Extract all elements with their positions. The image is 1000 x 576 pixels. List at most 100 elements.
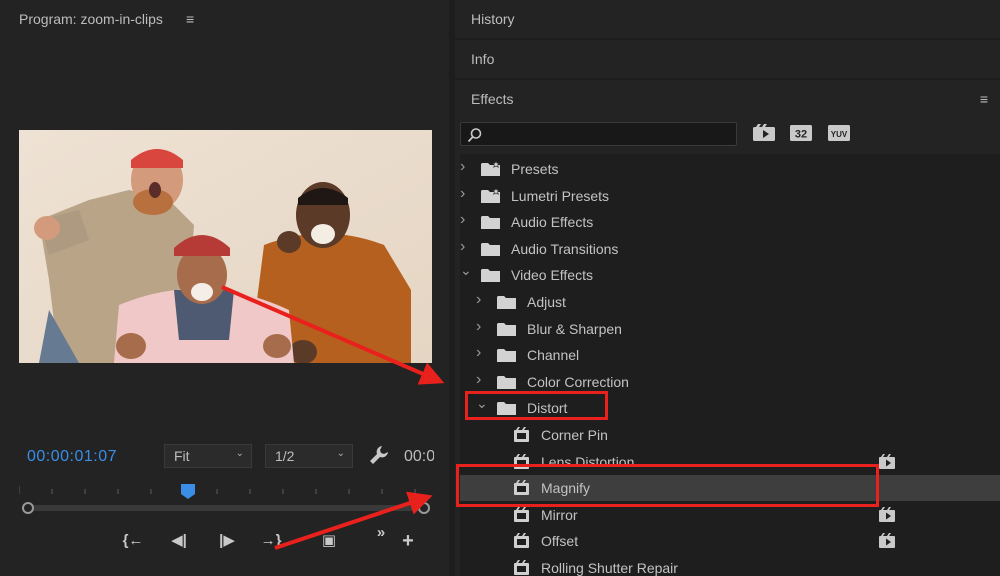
tree-item-distort[interactable]: ⌄ Distort bbox=[460, 395, 1000, 421]
effect-icon bbox=[512, 560, 532, 576]
duration-timecode: 00:0 bbox=[404, 448, 434, 465]
zoom-level-dropdown[interactable]: Fit ⌄ bbox=[164, 444, 252, 468]
program-monitor-title[interactable]: Program: zoom-in-clips bbox=[19, 11, 163, 27]
step-forward-button[interactable]: |▶ bbox=[212, 528, 242, 554]
playback-resolution-value: 1/2 bbox=[275, 448, 295, 464]
folder-icon bbox=[497, 294, 517, 310]
chevron-down-icon[interactable]: ⌄ bbox=[460, 262, 472, 278]
tree-item-label: Distort bbox=[527, 400, 568, 417]
tree-item-label: Lumetri Presets bbox=[511, 187, 610, 204]
tree-item-label: Blur & Sharpen bbox=[527, 320, 622, 337]
chevron-right-icon[interactable]: › bbox=[476, 291, 488, 308]
zoom-level-value: Fit bbox=[174, 448, 190, 464]
video-frame-image bbox=[19, 130, 432, 363]
playhead-timecode[interactable]: 00:00:01:07 bbox=[27, 448, 117, 466]
tree-item-offset[interactable]: Offset bbox=[460, 528, 1000, 554]
folder-icon bbox=[481, 214, 501, 230]
effect-icon bbox=[512, 480, 532, 496]
folder-icon bbox=[481, 241, 501, 257]
panel-menu-icon[interactable]: ≡ bbox=[186, 11, 194, 27]
chevron-right-icon[interactable]: › bbox=[460, 238, 472, 255]
tree-item-adjust[interactable]: › Adjust bbox=[460, 289, 1000, 315]
32-bit-icon[interactable]: 32 bbox=[789, 124, 813, 142]
tree-item-label: Adjust bbox=[527, 294, 566, 310]
chevron-right-icon[interactable]: › bbox=[460, 185, 472, 202]
effect-icon bbox=[512, 533, 532, 549]
yuv-icon[interactable]: YUV bbox=[827, 124, 851, 142]
tree-item-label: Corner Pin bbox=[541, 427, 608, 443]
step-back-button[interactable]: ◀| bbox=[164, 528, 194, 554]
folder-icon bbox=[497, 400, 517, 416]
tree-item-label: Mirror bbox=[541, 506, 578, 523]
tree-item-blur-sharpen[interactable]: › Blur & Sharpen bbox=[460, 316, 1000, 342]
tree-item-corner-pin[interactable]: Corner Pin bbox=[460, 422, 1000, 448]
tree-item-color-correction[interactable]: › Color Correction bbox=[460, 369, 1000, 395]
folder-icon bbox=[497, 347, 517, 363]
effects-panel-title[interactable]: Effects bbox=[471, 91, 514, 107]
tree-item-audio-transitions[interactable]: › Audio Transitions bbox=[460, 236, 1000, 262]
tree-item-label: Magnify bbox=[541, 480, 591, 497]
chevron-right-icon[interactable]: › bbox=[460, 211, 472, 228]
search-icon bbox=[467, 128, 482, 143]
tree-item-label: Offset bbox=[541, 533, 579, 550]
tree-item-label: Video Effects bbox=[511, 267, 593, 284]
history-panel-title[interactable]: History bbox=[471, 11, 515, 27]
chevron-right-icon[interactable]: › bbox=[476, 371, 488, 388]
effects-panel: Effects ≡ 32 YUV › Presets › Lumetri Preset… bbox=[455, 80, 1000, 576]
playback-resolution-dropdown[interactable]: 1/2 ⌄ bbox=[265, 444, 353, 468]
tree-item-rolling-shutter-repair[interactable]: Rolling Shutter Repair bbox=[460, 555, 1000, 576]
tree-item-label: Color Correction bbox=[527, 373, 629, 390]
tree-item-presets[interactable]: › Presets bbox=[460, 156, 1000, 182]
playhead-marker bbox=[181, 484, 195, 499]
folder-icon bbox=[481, 267, 501, 283]
yuv-label: YUV bbox=[831, 130, 848, 139]
go-to-in-button[interactable]: {← bbox=[118, 528, 148, 554]
export-frame-button[interactable]: ▣ bbox=[314, 528, 344, 554]
chevron-down-icon[interactable]: ⌄ bbox=[476, 395, 488, 411]
chevron-down-icon: ⌄ bbox=[235, 448, 244, 459]
program-monitor-header: Program: zoom-in-clips ≡ bbox=[0, 0, 449, 38]
preset-bin-icon bbox=[481, 186, 501, 204]
chevron-right-icon[interactable]: › bbox=[476, 318, 488, 335]
chevron-right-icon[interactable]: › bbox=[476, 344, 488, 361]
tree-item-lens-distortion[interactable]: Lens Distortion bbox=[460, 449, 1000, 475]
go-to-out-button[interactable]: →} bbox=[256, 528, 286, 554]
tree-item-label: Lens Distortion bbox=[541, 453, 635, 470]
chevron-right-icon[interactable]: › bbox=[460, 158, 472, 175]
preset-bin-icon bbox=[481, 160, 501, 177]
tree-item-label: Presets bbox=[511, 161, 559, 177]
panel-menu-icon[interactable]: ≡ bbox=[980, 91, 988, 107]
more-controls-button[interactable]: » bbox=[366, 520, 396, 546]
accelerated-effects-icon[interactable] bbox=[752, 124, 776, 142]
time-ruler[interactable] bbox=[19, 484, 432, 514]
tree-item-channel[interactable]: › Channel bbox=[460, 342, 1000, 368]
effects-tree: › Presets › Lumetri Presets › Audio Effects › A… bbox=[460, 154, 1000, 576]
effect-icon bbox=[512, 427, 532, 443]
32-bit-label: 32 bbox=[795, 129, 807, 141]
chevron-down-icon: ⌄ bbox=[336, 448, 345, 459]
tree-item-lumetri-presets[interactable]: › Lumetri Presets bbox=[460, 183, 1000, 209]
effect-icon bbox=[512, 506, 532, 523]
tree-item-label: Channel bbox=[527, 347, 580, 364]
program-monitor-panel: Program: zoom-in-clips ≡ 00:00:01:07 Fit… bbox=[0, 0, 449, 576]
info-panel[interactable]: Info bbox=[455, 40, 1000, 78]
effects-search-input[interactable] bbox=[460, 122, 737, 146]
history-panel[interactable]: History bbox=[455, 0, 1000, 38]
wrench-icon[interactable] bbox=[368, 444, 390, 466]
tree-item-label: Rolling Shutter Repair bbox=[541, 560, 678, 576]
folder-icon bbox=[497, 374, 517, 390]
tree-item-label: Audio Effects bbox=[511, 214, 594, 231]
tree-item-audio-effects[interactable]: › Audio Effects bbox=[460, 209, 1000, 235]
tree-item-label: Audio Transitions bbox=[511, 240, 619, 257]
program-video-frame[interactable] bbox=[19, 130, 432, 363]
tree-item-video-effects[interactable]: ⌄ Video Effects bbox=[460, 262, 1000, 288]
tree-item-mirror[interactable]: Mirror bbox=[460, 502, 1000, 528]
accelerated-effect-icon bbox=[878, 506, 896, 523]
tree-item-magnify[interactable]: Magnify bbox=[460, 475, 1000, 502]
accelerated-effect-icon bbox=[878, 453, 896, 470]
effect-icon bbox=[512, 453, 532, 470]
accelerated-effect-icon bbox=[878, 533, 896, 549]
info-panel-title[interactable]: Info bbox=[471, 51, 494, 67]
time-ruler-graphic bbox=[19, 484, 430, 514]
add-button[interactable]: + bbox=[393, 528, 423, 554]
